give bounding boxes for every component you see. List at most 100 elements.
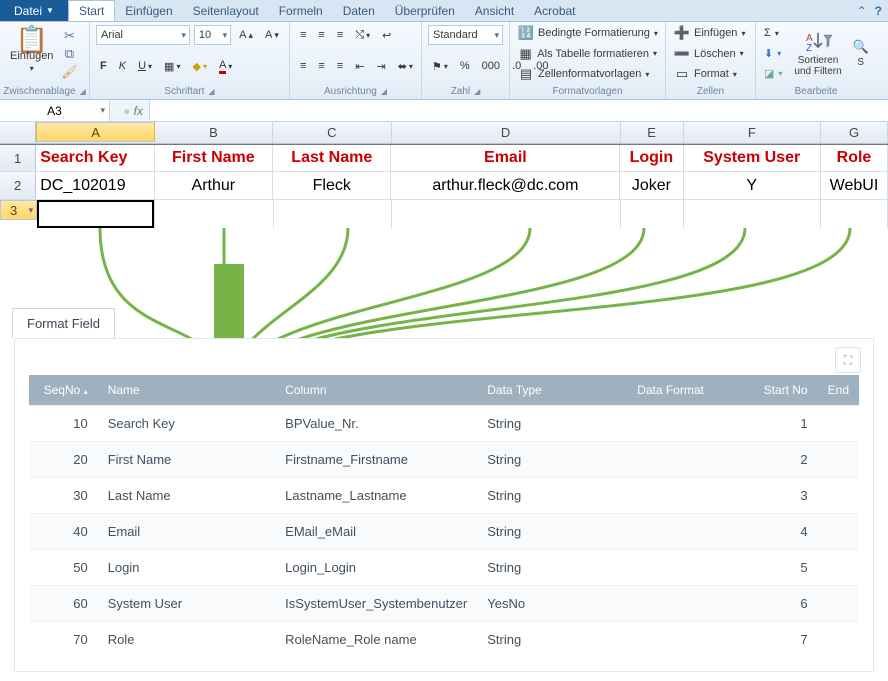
dialog-launcher-icon[interactable]: ◢ (80, 87, 86, 96)
th-datatype[interactable]: Data Type (477, 375, 627, 406)
clear-button[interactable]: ◪▾ (762, 64, 784, 82)
cell-D1[interactable]: Email (391, 145, 620, 171)
cell-B2[interactable]: Arthur (155, 172, 273, 199)
align-right-button[interactable]: ≡ (333, 56, 347, 76)
cell-G1[interactable]: Role (821, 145, 888, 171)
cell-A1[interactable]: Search Key (36, 145, 154, 171)
tab-daten[interactable]: Daten (333, 0, 385, 21)
col-header-G[interactable]: G (821, 122, 888, 143)
tab-acrobat[interactable]: Acrobat (524, 0, 585, 21)
th-dataformat[interactable]: Data Format (627, 375, 750, 406)
col-header-D[interactable]: D (392, 122, 621, 143)
th-seqno[interactable]: SeqNo ▴ (29, 375, 98, 406)
dialog-launcher-icon[interactable]: ◢ (381, 87, 387, 96)
dialog-launcher-icon[interactable]: ◢ (208, 87, 214, 96)
cell-styles-button[interactable]: ▤Zellenformatvorlagen▾ (516, 65, 659, 83)
autosum-button[interactable]: Σ▾ (762, 24, 784, 42)
expand-icon[interactable]: ⛶ (835, 347, 861, 373)
format-painter-icon[interactable]: 🖌 (61, 64, 77, 80)
name-box[interactable]: A3 (0, 100, 110, 121)
tab-format-field[interactable]: Format Field (12, 308, 115, 338)
format-as-table-button[interactable]: ▦Als Tabelle formatieren▾ (516, 45, 659, 63)
delete-cells-button[interactable]: ➖Löschen▾ (672, 45, 749, 63)
merge-center-button[interactable]: ⬌▾ (394, 56, 417, 76)
tab-start[interactable]: Start (68, 0, 115, 21)
cell-D2[interactable]: arthur.fleck@dc.com (391, 172, 620, 199)
cell-B3[interactable] (155, 200, 273, 228)
insert-cells-button[interactable]: ➕Einfügen▾ (672, 24, 749, 42)
fill-color-button[interactable]: ◆▾ (188, 56, 210, 76)
th-column[interactable]: Column (275, 375, 477, 406)
formula-input[interactable] (150, 100, 888, 121)
underline-button[interactable]: U▾ (134, 56, 156, 76)
cell-E3[interactable] (621, 200, 684, 228)
table-row[interactable]: 30Last NameLastname_LastnameString3 (29, 478, 859, 514)
cell-F3[interactable] (684, 200, 821, 228)
th-name[interactable]: Name (98, 375, 275, 406)
paste-button[interactable]: 📋 Einfügen ▾ (6, 24, 57, 80)
cell-C1[interactable]: Last Name (273, 145, 391, 171)
table-row[interactable]: 40EmailEMail_eMailString4 (29, 514, 859, 550)
shrink-font-button[interactable]: A▾ (261, 25, 283, 45)
cell-D3[interactable] (392, 200, 621, 228)
th-startno[interactable]: Start No (750, 375, 818, 406)
cut-icon[interactable]: ✂ (61, 28, 77, 44)
cell-C2[interactable]: Fleck (273, 172, 391, 199)
wrap-text-button[interactable]: ↩ (378, 25, 395, 45)
th-end[interactable]: End (818, 375, 859, 406)
minimize-ribbon-icon[interactable]: ⌃ (857, 4, 867, 18)
format-cells-button[interactable]: ▭Format▾ (672, 65, 749, 83)
tab-formeln[interactable]: Formeln (269, 0, 333, 21)
border-button[interactable]: ▦▾ (160, 56, 184, 76)
currency-button[interactable]: ⚑▾ (428, 56, 452, 76)
indent-inc-button[interactable]: ⇥ (372, 56, 389, 76)
cell-F2[interactable]: Y (684, 172, 821, 199)
sort-filter-button[interactable]: AZ Sortieren und Filtern (790, 24, 845, 82)
cell-G3[interactable] (821, 200, 888, 228)
font-color-button[interactable]: A▾ (215, 56, 236, 76)
orientation-button[interactable]: ⤭▾ (351, 25, 374, 45)
tab-ansicht[interactable]: Ansicht (465, 0, 524, 21)
table-row[interactable]: 70RoleRoleName_Role nameString7 (29, 622, 859, 658)
file-menu[interactable]: Datei ▼ (0, 0, 68, 21)
table-row[interactable]: 20First NameFirstname_FirstnameString2 (29, 442, 859, 478)
fill-button[interactable]: ⬇▾ (762, 44, 784, 62)
table-row[interactable]: 50LoginLogin_LoginString5 (29, 550, 859, 586)
tab-einfuegen[interactable]: Einfügen (115, 0, 182, 21)
cell-E2[interactable]: Joker (620, 172, 683, 199)
select-all-corner[interactable] (0, 122, 36, 143)
cell-A2[interactable]: DC_102019 (36, 172, 154, 199)
cell-A3[interactable] (37, 200, 155, 228)
grow-font-button[interactable]: A▴ (235, 25, 257, 45)
col-header-C[interactable]: C (273, 122, 391, 143)
table-row[interactable]: 60System UserIsSystemUser_Systembenutzer… (29, 586, 859, 622)
align-top-button[interactable]: ≡ (296, 25, 310, 45)
cell-B1[interactable]: First Name (155, 145, 273, 171)
table-row[interactable]: 10Search KeyBPValue_Nr.String1 (29, 406, 859, 442)
row-header-1[interactable]: 1 (0, 145, 36, 171)
align-left-button[interactable]: ≡ (296, 56, 310, 76)
find-select-button[interactable]: 🔍 S (852, 24, 870, 82)
row-header-3[interactable]: 3 (0, 200, 37, 220)
col-header-F[interactable]: F (684, 122, 821, 143)
italic-button[interactable]: K (115, 56, 130, 76)
percent-button[interactable]: % (456, 56, 474, 76)
cell-G2[interactable]: WebUI (821, 172, 888, 199)
cell-E1[interactable]: Login (620, 145, 683, 171)
conditional-formatting-button[interactable]: 🔢Bedingte Formatierung▾ (516, 24, 659, 42)
cell-F1[interactable]: System User (684, 145, 821, 171)
comma-button[interactable]: 000 (478, 56, 504, 76)
align-middle-button[interactable]: ≡ (314, 25, 328, 45)
number-format-select[interactable]: Standard (428, 25, 503, 45)
row-header-2[interactable]: 2 (0, 172, 36, 199)
font-size-select[interactable]: 10 (194, 25, 231, 45)
cell-C3[interactable] (274, 200, 392, 228)
align-bottom-button[interactable]: ≡ (333, 25, 347, 45)
tab-ueberpruefen[interactable]: Überprüfen (385, 0, 465, 21)
font-name-select[interactable]: Arial (96, 25, 190, 45)
align-center-button[interactable]: ≡ (314, 56, 328, 76)
tab-seitenlayout[interactable]: Seitenlayout (183, 0, 269, 21)
indent-dec-button[interactable]: ⇤ (351, 56, 368, 76)
fx-label[interactable]: ● fx (110, 100, 150, 121)
col-header-A[interactable]: A (36, 122, 154, 142)
